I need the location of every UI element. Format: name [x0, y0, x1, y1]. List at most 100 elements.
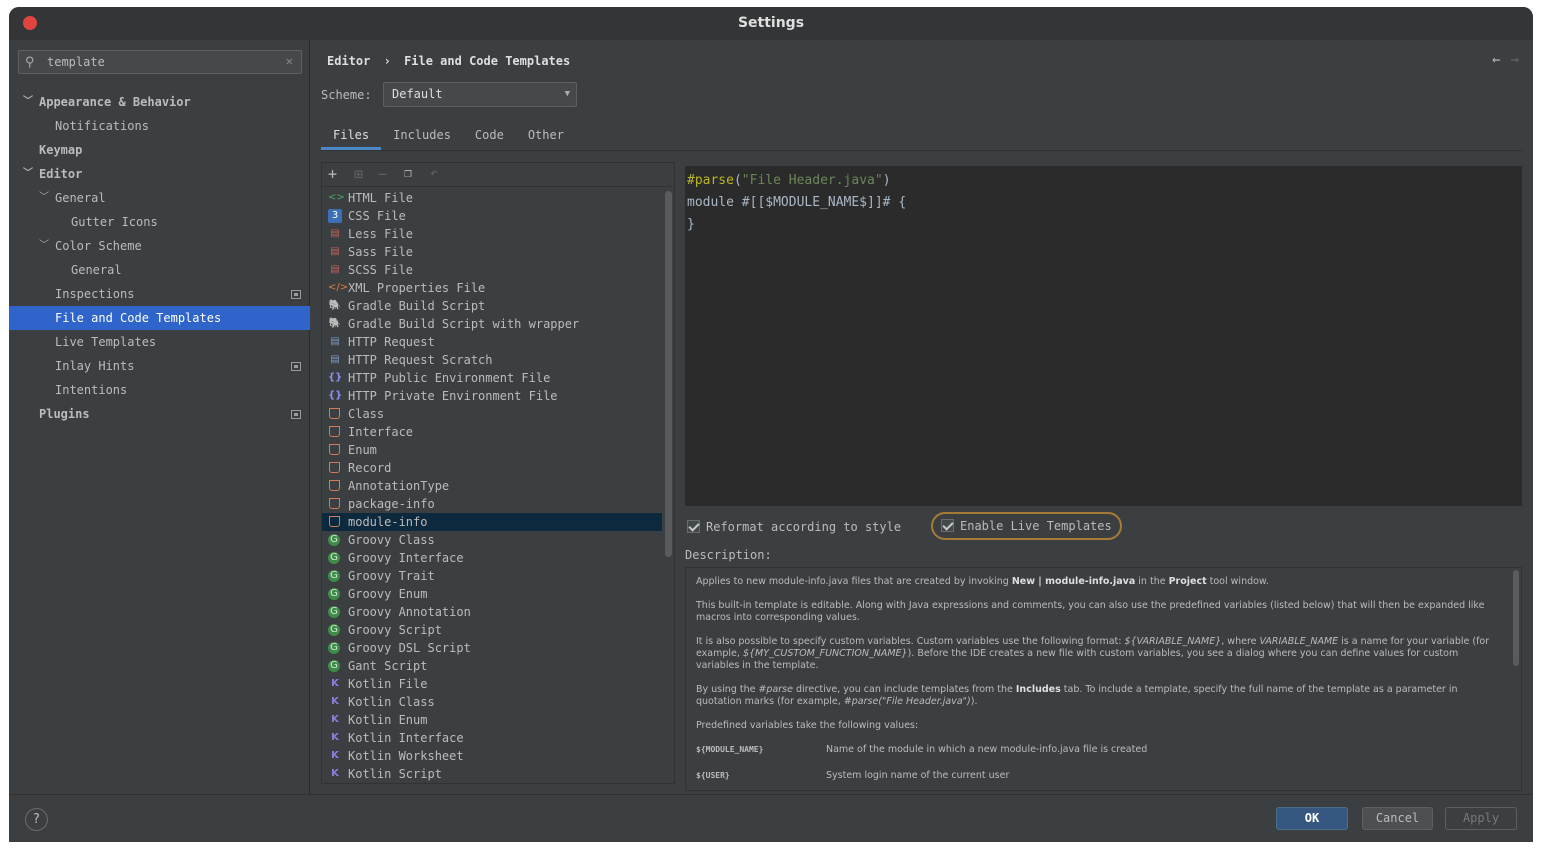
chevron-down-icon[interactable]: ﹀ — [39, 186, 49, 210]
template-label: Interface — [348, 425, 414, 439]
tree-item-notifications[interactable]: Notifications — [9, 114, 310, 138]
template-list-item[interactable]: 🐘 Gradle Build Script with wrapper — [322, 315, 662, 333]
apply-button[interactable]: Apply — [1445, 807, 1517, 830]
template-list-item[interactable]: ▤ HTTP Request — [322, 333, 662, 351]
settings-search[interactable]: ⚲ ✕ — [18, 50, 302, 74]
template-list-item[interactable]: <> HTML File — [322, 189, 662, 207]
breadcrumb: Editor › File and Code Templates — [327, 54, 570, 68]
clear-search-icon[interactable]: ✕ — [286, 54, 293, 68]
template-list-item[interactable]: K Kotlin File — [322, 675, 662, 693]
search-icon: ⚲ — [25, 55, 35, 70]
tree-item-plugins[interactable]: Plugins — [9, 402, 310, 426]
template-label: SCSS File — [348, 263, 414, 277]
template-list-item[interactable]: G Groovy Trait — [322, 567, 662, 585]
template-list-item[interactable]: 🐘 Gradle Build Script — [322, 297, 662, 315]
kotlin-icon: K — [331, 732, 339, 743]
tab-other[interactable]: Other — [516, 124, 576, 150]
scheme-dropdown[interactable]: Default ▼ — [383, 82, 577, 107]
checkbox-checked-icon[interactable] — [941, 519, 954, 532]
tree-item-general[interactable]: ﹀ General — [9, 186, 310, 210]
tree-item-inlay-hints[interactable]: Inlay Hints — [9, 354, 310, 378]
kotlin-icon: K — [331, 696, 339, 707]
live-templates-label: Enable Live Templates — [960, 519, 1112, 533]
help-button[interactable]: ? — [25, 808, 48, 831]
tree-item-color-scheme-general[interactable]: General — [9, 258, 310, 282]
template-list-item[interactable]: {} HTTP Private Environment File — [322, 387, 662, 405]
template-list-item[interactable]: K Kotlin Class — [322, 693, 662, 711]
template-list-item[interactable]: G Groovy Enum — [322, 585, 662, 603]
template-label: CSS File — [348, 209, 406, 223]
tree-item-keymap[interactable]: Keymap — [9, 138, 310, 162]
template-label: Groovy Interface — [348, 551, 464, 565]
template-list-item[interactable]: G Groovy Class — [322, 531, 662, 549]
tree-item-gutter-icons[interactable]: Gutter Icons — [9, 210, 310, 234]
chevron-down-icon[interactable]: ﹀ — [23, 162, 33, 186]
checkbox-checked-icon[interactable] — [687, 520, 700, 533]
ok-button[interactable]: OK — [1276, 807, 1348, 830]
tree-item-editor[interactable]: ﹀ Editor — [9, 162, 310, 186]
chevron-down-icon[interactable]: ﹀ — [39, 234, 49, 258]
template-list-item[interactable]: {} HTTP Public Environment File — [322, 369, 662, 387]
breadcrumb-current: File and Code Templates — [404, 54, 571, 68]
template-list-item[interactable]: G Groovy DSL Script — [322, 639, 662, 657]
java-icon — [329, 444, 340, 455]
template-list-item[interactable]: AnnotationType — [322, 477, 662, 495]
back-arrow-icon[interactable]: ← — [1492, 52, 1500, 68]
template-list-item[interactable]: ▤ Sass File — [322, 243, 662, 261]
template-list-item[interactable]: ▤ SCSS File — [322, 261, 662, 279]
tree-item-inspections[interactable]: Inspections — [9, 282, 310, 306]
template-list-item[interactable]: Record — [322, 459, 662, 477]
add-icon[interactable]: + — [328, 165, 337, 183]
template-list-item[interactable]: ▤ HTTP Request Scratch — [322, 351, 662, 369]
reset-icon[interactable]: ↶ — [430, 166, 438, 181]
add-child-icon[interactable]: ⊞ — [354, 165, 363, 183]
java-icon — [329, 426, 340, 437]
template-list-item[interactable]: module-info — [322, 513, 662, 531]
template-label: Kotlin Interface — [348, 731, 464, 745]
copy-icon[interactable]: ❐ — [404, 166, 412, 181]
tree-item-file-code-templates[interactable]: File and Code Templates — [9, 306, 310, 330]
template-label: Kotlin File — [348, 677, 428, 691]
template-list-item[interactable]: K Kotlin Script — [322, 765, 662, 783]
template-label: HTTP Public Environment File — [348, 371, 551, 385]
template-list-item[interactable]: ▤ Less File — [322, 225, 662, 243]
forward-arrow-icon[interactable]: → — [1511, 52, 1519, 68]
tree-item-intentions[interactable]: Intentions — [9, 378, 310, 402]
description-scrollbar[interactable] — [1513, 570, 1519, 666]
template-list-item[interactable]: package-info — [322, 495, 662, 513]
tree-item-live-templates[interactable]: Live Templates — [9, 330, 310, 354]
tree-item-color-scheme[interactable]: ﹀ Color Scheme — [9, 234, 310, 258]
template-label: Less File — [348, 227, 414, 241]
template-list-item[interactable]: G Groovy Script — [322, 621, 662, 639]
kotlin-icon: K — [331, 678, 339, 689]
chevron-down-icon[interactable]: ﹀ — [23, 90, 33, 114]
template-list-item[interactable]: G Groovy Annotation — [322, 603, 662, 621]
template-list-item[interactable]: </> XML Properties File — [322, 279, 662, 297]
list-scrollbar[interactable] — [665, 191, 672, 557]
template-list-item[interactable]: Class — [322, 405, 662, 423]
template-list-item[interactable]: Interface — [322, 423, 662, 441]
variable-row: ${USER} System login name of the current … — [696, 770, 1501, 782]
template-list-item[interactable]: K Kotlin Worksheet — [322, 747, 662, 765]
template-label: Groovy Class — [348, 533, 435, 547]
reformat-checkbox[interactable]: Reformat according to style — [687, 514, 901, 540]
tab-files[interactable]: Files — [321, 124, 382, 150]
remove-icon[interactable]: − — [378, 165, 387, 183]
groovy-icon: G — [328, 606, 340, 618]
live-templates-checkbox[interactable]: Enable Live Templates — [931, 512, 1122, 540]
cancel-button[interactable]: Cancel — [1362, 807, 1433, 830]
template-editor[interactable]: #parse("File Header.java") module #[[$MO… — [685, 166, 1522, 506]
code-line: } — [687, 217, 695, 232]
breadcrumb-parent[interactable]: Editor — [327, 54, 370, 68]
close-window-button[interactable] — [23, 16, 37, 30]
template-list-item[interactable]: G Groovy Interface — [322, 549, 662, 567]
tree-item-appearance-behavior[interactable]: ﹀ Appearance & Behavior — [9, 90, 310, 114]
template-list-item[interactable]: G Gant Script — [322, 657, 662, 675]
template-list-item[interactable]: K Kotlin Interface — [322, 729, 662, 747]
template-list-item[interactable]: Enum — [322, 441, 662, 459]
search-input[interactable] — [47, 54, 277, 70]
tab-code[interactable]: Code — [463, 124, 516, 150]
template-list-item[interactable]: 3 CSS File — [322, 207, 662, 225]
template-list-item[interactable]: K Kotlin Enum — [322, 711, 662, 729]
tab-includes[interactable]: Includes — [381, 124, 463, 150]
